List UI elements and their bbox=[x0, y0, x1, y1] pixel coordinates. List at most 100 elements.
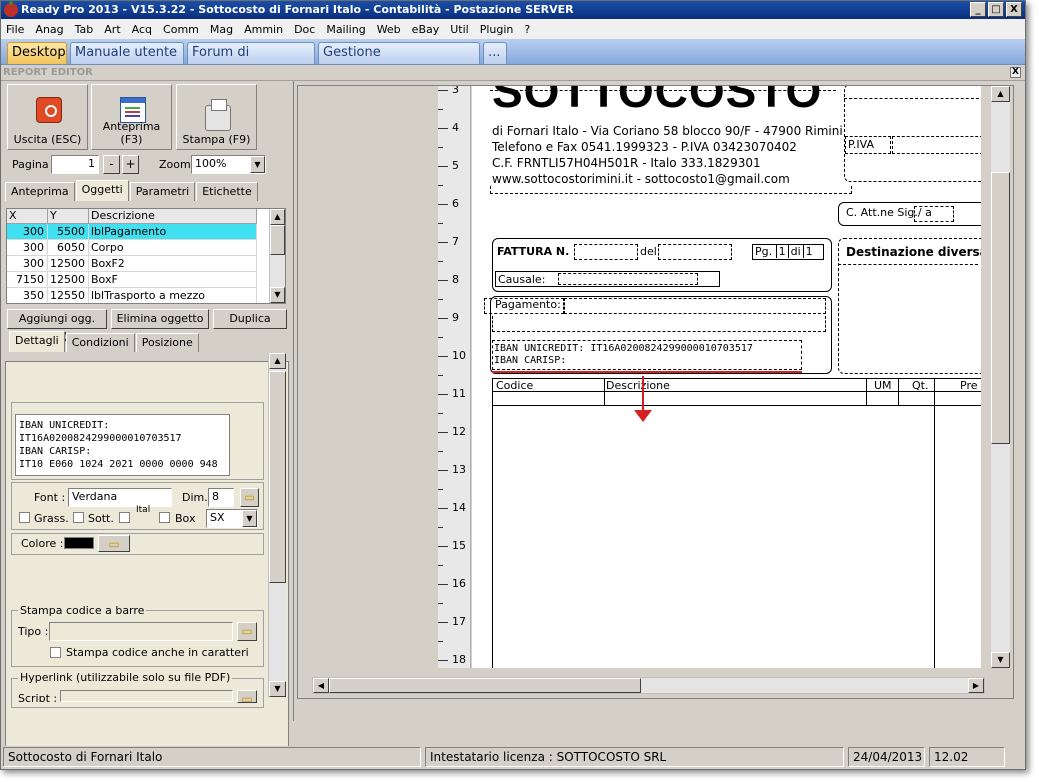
scroll-thumb[interactable] bbox=[329, 678, 641, 693]
menu-file[interactable]: File bbox=[6, 23, 24, 36]
col-x[interactable]: X bbox=[7, 209, 48, 224]
invoice-number-box[interactable] bbox=[574, 244, 638, 260]
col-prezzo[interactable]: Pre bbox=[960, 379, 978, 392]
invoice-label[interactable]: FATTURA N. bbox=[497, 245, 569, 258]
script-input[interactable] bbox=[60, 690, 233, 702]
menu-doc[interactable]: Doc bbox=[294, 23, 315, 36]
iban-line-1[interactable]: IBAN UNICREDIT: IT16A0200824299000010703… bbox=[494, 343, 753, 354]
menu-ammin[interactable]: Ammin bbox=[244, 23, 283, 36]
menu-web[interactable]: Web bbox=[377, 23, 401, 36]
scroll-up-icon[interactable]: ▲ bbox=[269, 353, 286, 369]
scroll-right-icon[interactable]: ▶ bbox=[968, 678, 984, 693]
causale-value-box[interactable] bbox=[558, 273, 698, 285]
chevron-down-icon[interactable]: ▼ bbox=[250, 156, 265, 173]
scroll-thumb[interactable] bbox=[269, 371, 286, 583]
preview-button[interactable]: Anteprima (F3) bbox=[91, 84, 172, 150]
print-button[interactable]: Stampa (F9) bbox=[176, 84, 257, 150]
tab-more[interactable]: ... bbox=[483, 42, 507, 64]
close-button[interactable]: X bbox=[1006, 2, 1022, 17]
attention-value-box[interactable] bbox=[914, 206, 954, 222]
menu-comm[interactable]: Comm bbox=[163, 23, 199, 36]
tab-anteprima[interactable]: Anteprima bbox=[5, 182, 75, 201]
company-line-2[interactable]: Telefono e Fax 0541.1999323 - P.IVA 0342… bbox=[492, 140, 797, 154]
tab-desktop[interactable]: Desktop bbox=[7, 42, 67, 64]
payment-label[interactable]: Pagamento: bbox=[495, 298, 561, 311]
table-scrollbar[interactable]: ▲ ▼ bbox=[269, 209, 285, 303]
scroll-up-icon[interactable]: ▲ bbox=[991, 86, 1010, 102]
tab-manuale-utente[interactable]: Manuale utente bbox=[70, 42, 184, 64]
menu-art[interactable]: Art bbox=[104, 23, 120, 36]
col-descrizione[interactable]: Descrizione bbox=[89, 209, 257, 224]
box-checkbox[interactable] bbox=[159, 512, 170, 523]
payment-value-box[interactable] bbox=[564, 298, 826, 314]
del-label[interactable]: del bbox=[640, 245, 657, 258]
invoice-date-box[interactable] bbox=[658, 244, 732, 260]
iban-line-2[interactable]: IBAN CARISP: bbox=[494, 355, 566, 366]
items-header[interactable] bbox=[492, 378, 981, 406]
company-line-3[interactable]: C.F. FRNTLI57H04H501R - Italo 333.182930… bbox=[492, 156, 761, 170]
destination-label[interactable]: Destinazione diversa bbox=[846, 245, 981, 259]
underline-checkbox[interactable] bbox=[73, 512, 84, 523]
page-input[interactable]: 1 bbox=[51, 155, 99, 174]
bold-checkbox[interactable] bbox=[19, 512, 30, 523]
menu-ebay[interactable]: eBay bbox=[412, 23, 440, 36]
col-qt[interactable]: Qt. bbox=[912, 379, 928, 392]
scroll-down-icon[interactable]: ▼ bbox=[991, 652, 1010, 668]
scroll-thumb[interactable] bbox=[991, 172, 1010, 444]
menu-util[interactable]: Util bbox=[450, 23, 468, 36]
page-counter[interactable]: Pg. 1 di 1 bbox=[752, 244, 824, 260]
maximize-button[interactable]: □ bbox=[988, 2, 1004, 17]
tab-dettagli[interactable]: Dettagli bbox=[9, 331, 65, 352]
causale-label[interactable]: Causale: bbox=[498, 273, 545, 286]
menu-mag[interactable]: Mag bbox=[210, 23, 233, 36]
menu-acq[interactable]: Acq bbox=[132, 23, 152, 36]
align-select[interactable]: SX ▼ bbox=[206, 509, 258, 528]
barcode-chars-checkbox[interactable] bbox=[50, 647, 61, 658]
table-row[interactable]: 300 5500 lblPagamento bbox=[7, 224, 257, 240]
menu-plugin[interactable]: Plugin bbox=[480, 23, 514, 36]
company-line-1[interactable]: di Fornari Italo - Via Coriano 58 blocco… bbox=[492, 124, 843, 138]
customer-box[interactable] bbox=[844, 86, 981, 182]
table-row[interactable]: 350 12550 lblTrasporto a mezzo bbox=[7, 288, 257, 303]
col-y[interactable]: Y bbox=[48, 209, 89, 224]
piva-value-box[interactable] bbox=[892, 136, 981, 154]
tab-parametri[interactable]: Parametri bbox=[129, 182, 196, 201]
font-size-input[interactable]: 8 bbox=[208, 488, 234, 507]
folder-icon[interactable]: ▭ bbox=[240, 488, 259, 507]
scroll-up-icon[interactable]: ▲ bbox=[270, 209, 285, 225]
col-descrizione-doc[interactable]: Descrizione bbox=[606, 379, 670, 392]
company-line-4[interactable]: www.sottocostorimini.it - sottocosto1@gm… bbox=[492, 172, 790, 186]
object-text-input[interactable]: IBAN UNICREDIT: IT16A0200824299000010703… bbox=[15, 414, 230, 476]
duplicate-button[interactable]: Duplica bbox=[213, 309, 287, 329]
tab-oggetti[interactable]: Oggetti bbox=[75, 180, 129, 201]
folder-icon[interactable]: ▭ bbox=[237, 622, 257, 641]
table-row[interactable]: 7150 12500 BoxF bbox=[7, 272, 257, 288]
exit-button[interactable]: Uscita (ESC) bbox=[7, 84, 88, 150]
color-picker-icon[interactable]: ▭ bbox=[98, 535, 130, 552]
scroll-down-icon[interactable]: ▼ bbox=[269, 681, 286, 697]
menu-mailing[interactable]: Mailing bbox=[326, 23, 365, 36]
font-input[interactable]: Verdana bbox=[68, 488, 172, 507]
piva-label[interactable]: P.IVA bbox=[848, 138, 874, 151]
minimize-button[interactable]: _ bbox=[970, 2, 986, 17]
add-object-button[interactable]: Aggiungi ogg.(F4) bbox=[7, 309, 107, 343]
editor-close-button[interactable]: X bbox=[1010, 67, 1021, 78]
table-row[interactable]: 300 6050 Corpo bbox=[7, 240, 257, 256]
tab-gestione-messaggistica[interactable]: Gestione messaggistica bbox=[318, 42, 480, 80]
zoom-select[interactable]: 100% ▼ bbox=[191, 155, 266, 174]
tab-condizioni[interactable]: Condizioni bbox=[65, 333, 135, 352]
color-swatch[interactable] bbox=[64, 537, 94, 549]
tab-etichette[interactable]: Etichette bbox=[196, 182, 258, 201]
canvas-horizontal-scrollbar[interactable]: ◀ ▶ bbox=[312, 677, 985, 694]
menu-tab[interactable]: Tab bbox=[75, 23, 94, 36]
table-row[interactable]: 300 12500 BoxF2 bbox=[7, 256, 257, 272]
col-um[interactable]: UM bbox=[874, 379, 892, 392]
italic-checkbox[interactable] bbox=[119, 512, 130, 523]
menu-help[interactable]: ? bbox=[524, 23, 530, 36]
canvas-vertical-scrollbar[interactable]: ▲ ▼ bbox=[991, 86, 1010, 668]
barcode-type-input[interactable] bbox=[49, 622, 233, 641]
details-scrollbar[interactable]: ▲ ▼ bbox=[268, 353, 286, 697]
folder-icon[interactable]: ▭ bbox=[237, 690, 257, 703]
col-codice[interactable]: Codice bbox=[496, 379, 533, 392]
page-minus-button[interactable]: - bbox=[103, 155, 120, 174]
